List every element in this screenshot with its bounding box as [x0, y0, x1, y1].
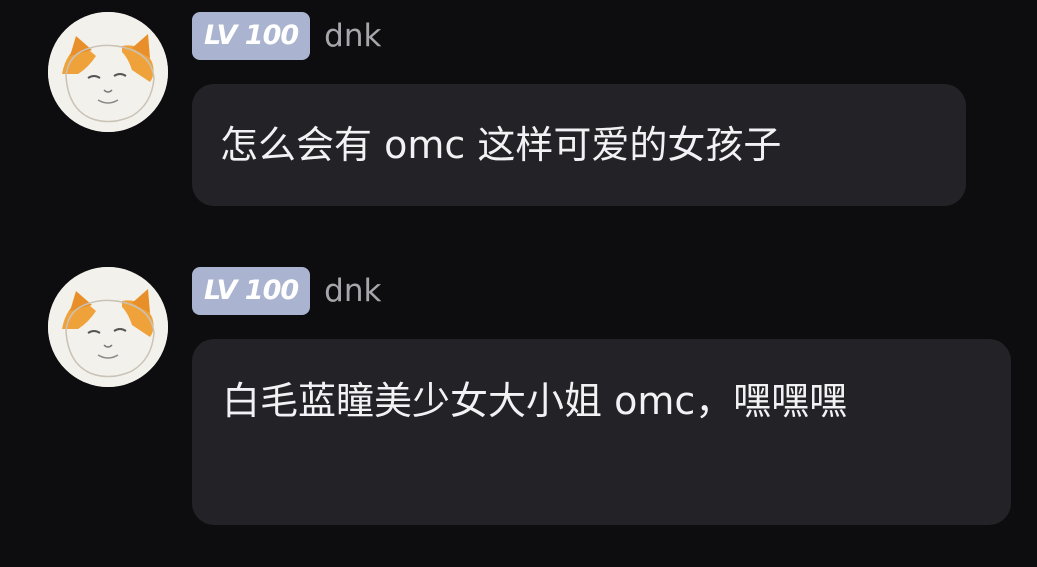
- level-badge: LV 100: [192, 12, 311, 60]
- cat-avatar-icon: [48, 267, 168, 387]
- level-badge: LV 100: [192, 267, 311, 315]
- user-avatar[interactable]: [48, 12, 168, 132]
- user-avatar[interactable]: [48, 267, 168, 387]
- message-text: 怎么会有 omc 这样可爱的女孩子: [220, 123, 782, 167]
- message-header: LV 100 dnk: [192, 12, 381, 60]
- message-bubble[interactable]: 怎么会有 omc 这样可爱的女孩子: [192, 84, 966, 206]
- message-bubble[interactable]: 白毛蓝瞳美少女大小姐 omc，嘿嘿嘿: [192, 339, 1011, 525]
- cat-avatar-icon: [48, 12, 168, 132]
- chat-view: LV 100 dnk 怎么会有 omc 这样可爱的女孩子 LV 100 dnk …: [0, 0, 1037, 567]
- username[interactable]: dnk: [324, 273, 381, 309]
- username[interactable]: dnk: [324, 18, 381, 54]
- message-header: LV 100 dnk: [192, 267, 381, 315]
- message-text: 白毛蓝瞳美少女大小姐 omc，嘿嘿嘿: [222, 379, 848, 423]
